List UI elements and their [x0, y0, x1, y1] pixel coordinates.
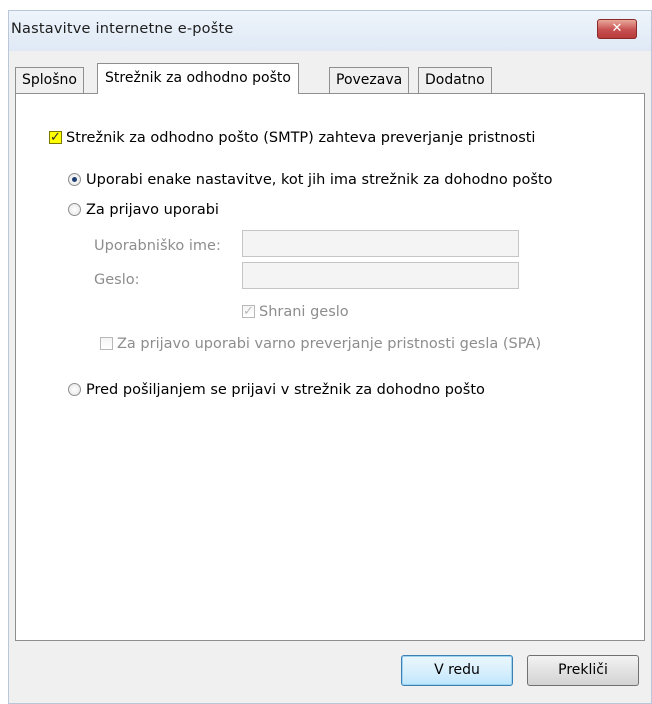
radio-same-settings[interactable] — [68, 173, 81, 186]
tab-streznik-za-odhodno-posto[interactable]: Strežnik za odhodno pošto — [97, 63, 299, 94]
spa-checkbox[interactable] — [100, 337, 113, 350]
title-bar[interactable]: Nastavitve internetne e-pošte ✕ — [9, 11, 651, 51]
spa-label: Za prijavo uporabi varno preverjanje pri… — [117, 336, 542, 352]
cancel-button[interactable]: Prekliči — [527, 655, 639, 686]
tab-povezava[interactable]: Povezava — [329, 67, 410, 93]
save-password-checkbox-row[interactable]: Shrani geslo — [242, 302, 349, 322]
smtp-auth-checkbox-row[interactable]: Strežnik za odhodno pošto (SMTP) zahteva… — [49, 128, 535, 148]
radio-login-before-send-label: Pred pošiljanjem se prijavi v strežnik z… — [86, 382, 485, 398]
tab-dodatno[interactable]: Dodatno — [418, 67, 492, 93]
password-label: Geslo: — [94, 272, 140, 288]
radio-login-with-row[interactable]: Za prijavo uporabi — [68, 200, 219, 220]
username-label: Uporabniško ime: — [94, 238, 221, 254]
window-title: Nastavitve internetne e-pošte — [11, 21, 234, 37]
username-input[interactable] — [242, 230, 519, 257]
radio-same-settings-row[interactable]: Uporabi enake nastavitve, kot jih ima st… — [68, 170, 553, 190]
save-password-label: Shrani geslo — [259, 304, 349, 320]
smtp-auth-label: Strežnik za odhodno pošto (SMTP) zahteva… — [66, 130, 536, 146]
dialog-window: Nastavitve internetne e-pošte ✕ Splošno … — [8, 10, 652, 704]
close-icon: ✕ — [611, 21, 623, 36]
spa-checkbox-row[interactable]: Za prijavo uporabi varno preverjanje pri… — [100, 334, 541, 354]
tab-splosno[interactable]: Splošno — [15, 67, 84, 93]
radio-login-before-send[interactable] — [68, 383, 81, 396]
radio-login-before-send-row[interactable]: Pred pošiljanjem se prijavi v strežnik z… — [68, 380, 485, 400]
save-password-checkbox[interactable] — [242, 302, 255, 322]
smtp-auth-checkbox[interactable] — [49, 128, 62, 148]
radio-login-with[interactable] — [68, 203, 81, 216]
close-button[interactable]: ✕ — [597, 19, 637, 39]
tab-strip: Splošno Strežnik za odhodno pošto Poveza… — [15, 63, 635, 94]
ok-button[interactable]: V redu — [401, 655, 513, 686]
tab-panel: Strežnik za odhodno pošto (SMTP) zahteva… — [15, 93, 645, 641]
radio-same-settings-label: Uporabi enake nastavitve, kot jih ima st… — [86, 172, 553, 188]
radio-login-with-label: Za prijavo uporabi — [86, 202, 219, 218]
password-input[interactable] — [242, 262, 519, 289]
